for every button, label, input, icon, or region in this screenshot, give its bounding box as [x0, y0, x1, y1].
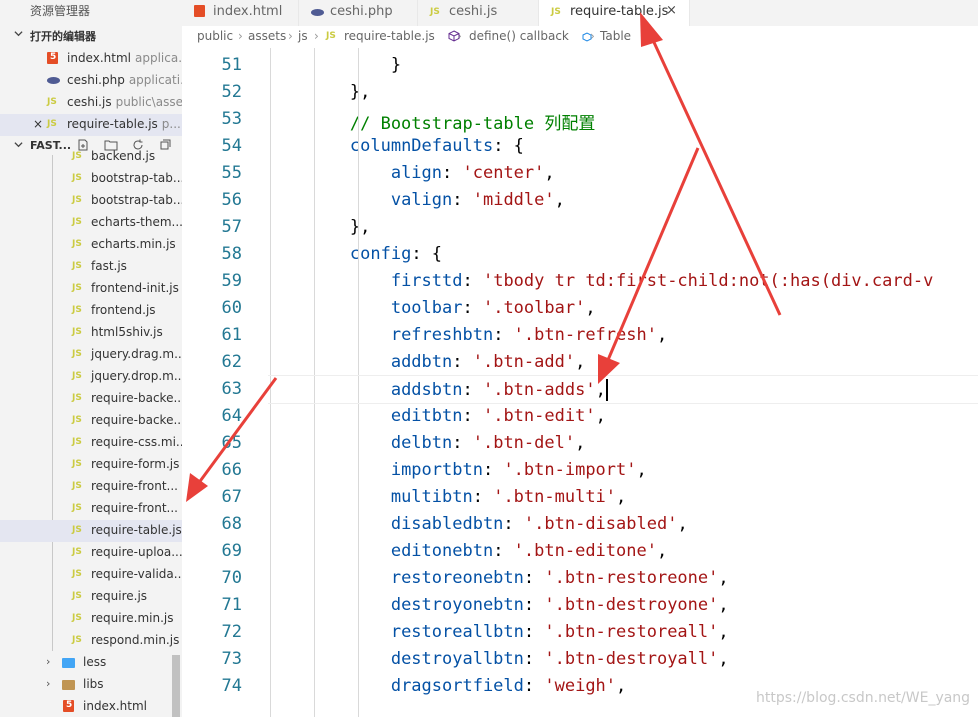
arrow-to-tab — [640, 12, 782, 316]
arrow-to-file — [186, 377, 278, 502]
arrow-to-code — [598, 147, 700, 384]
watermark: https://blog.csdn.net/WE_yang — [756, 690, 971, 706]
annotation-arrows — [186, 12, 782, 502]
